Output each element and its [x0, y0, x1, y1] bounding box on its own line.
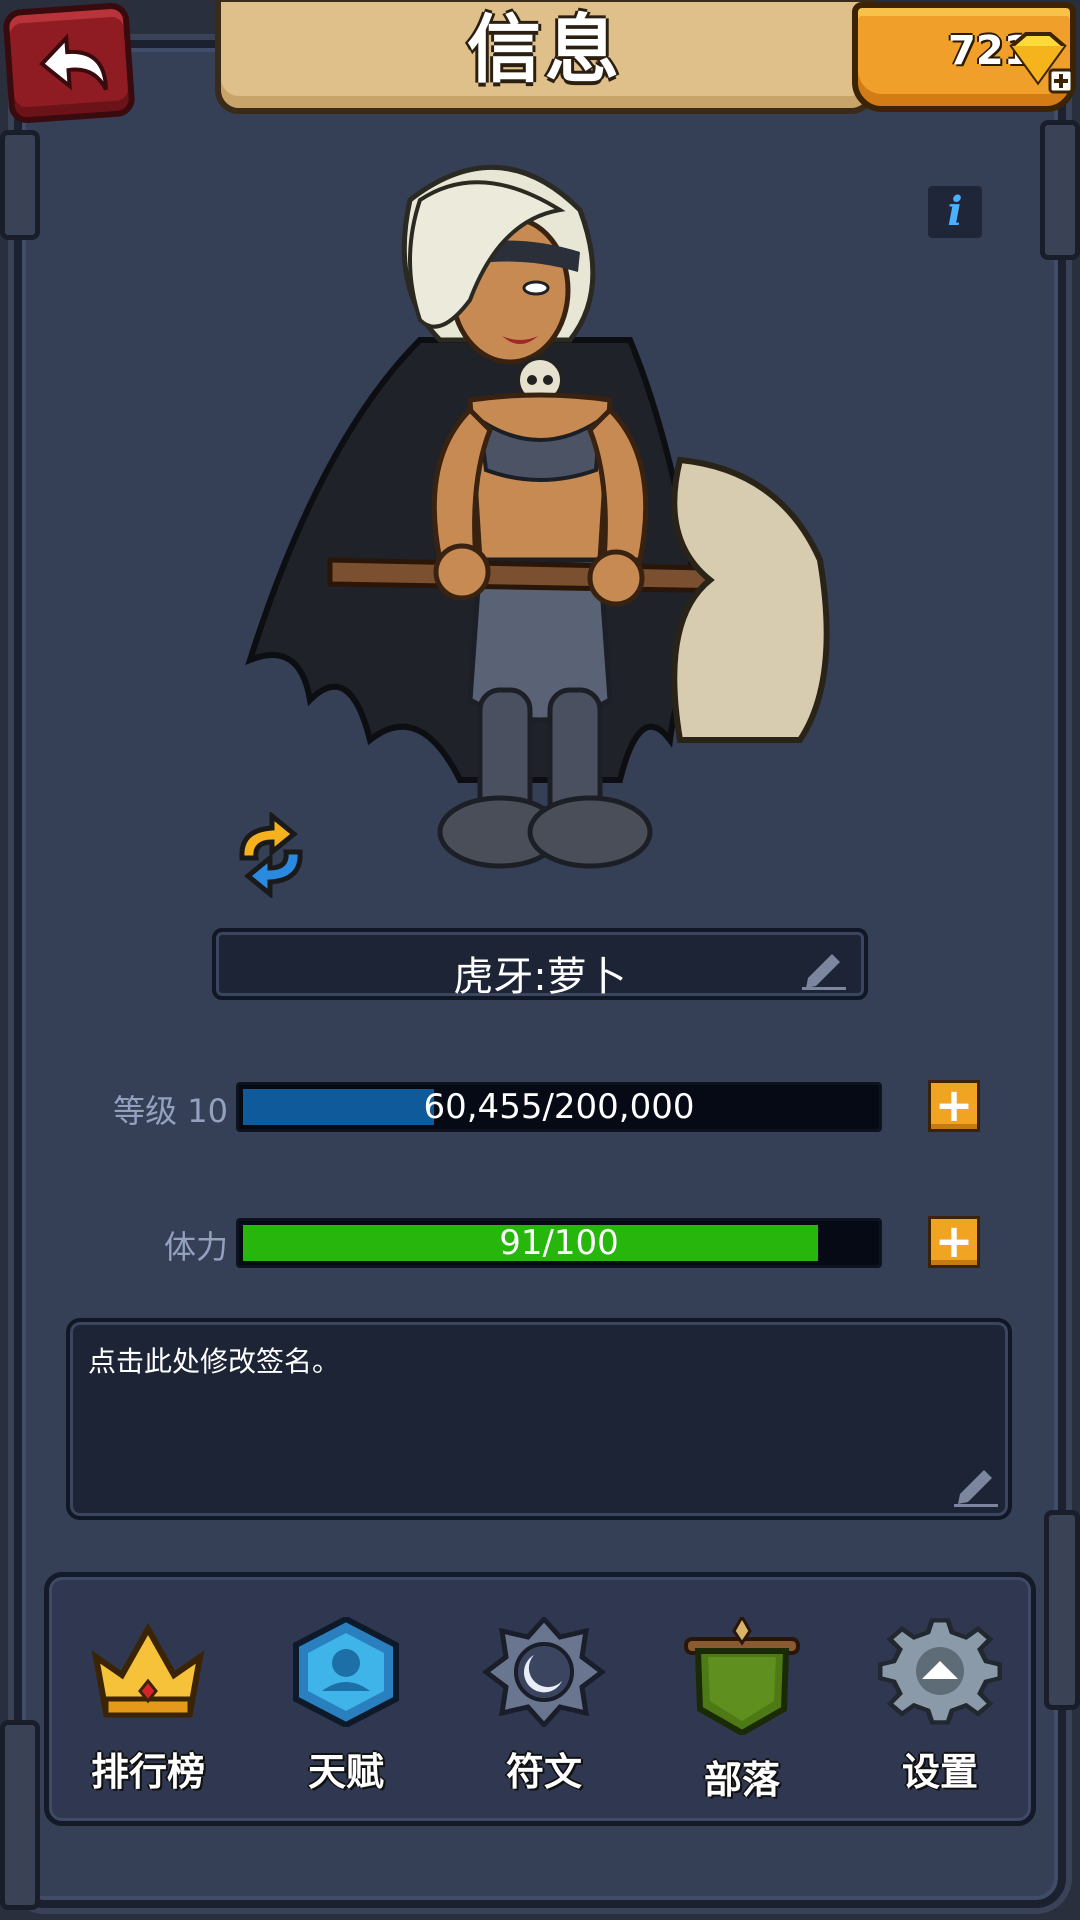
xp-bar: 60,455/200,000: [236, 1082, 882, 1132]
info-button[interactable]: i: [928, 186, 982, 238]
nav-settings[interactable]: 设置: [855, 1617, 1025, 1796]
page-title: 信息: [467, 7, 623, 93]
hero-axe: [671, 456, 830, 743]
add-xp-button[interactable]: +: [928, 1080, 980, 1132]
rock-decoration: [1044, 1510, 1080, 1710]
xp-text: 60,455/200,000: [423, 1087, 695, 1127]
nav-runes[interactable]: 符文: [459, 1617, 629, 1796]
back-button[interactable]: [2, 1, 136, 125]
hero-character-image: [245, 164, 830, 869]
gem-counter[interactable]: 721: [852, 2, 1076, 112]
settings-gear-icon: [878, 1618, 1002, 1725]
player-name-field[interactable]: 虎牙:萝卜: [212, 928, 868, 1000]
nav-leaderboard[interactable]: 排行榜: [63, 1617, 233, 1796]
stamina-text: 91/100: [499, 1223, 619, 1263]
nav-label: 部落: [703, 1758, 780, 1802]
plus-icon: +: [934, 1078, 974, 1132]
rock-decoration: [0, 1720, 40, 1910]
title-banner: 信息: [215, 0, 875, 114]
rune-icon: [482, 1617, 606, 1727]
bottom-nav: 排行榜 天赋 符文 部落 设置: [44, 1572, 1036, 1826]
rock-decoration: [0, 130, 40, 240]
nav-talent[interactable]: 天赋: [261, 1617, 431, 1796]
player-name: 虎牙:萝卜: [453, 954, 627, 1000]
stamina-bar: 91/100: [236, 1218, 882, 1268]
edit-pencil-icon[interactable]: [952, 1460, 1000, 1508]
nav-label: 符文: [505, 1750, 582, 1794]
talent-icon: [293, 1617, 399, 1727]
edit-pencil-icon[interactable]: [800, 946, 848, 990]
add-stamina-button[interactable]: +: [928, 1216, 980, 1268]
swap-hero-icon[interactable]: [228, 812, 314, 898]
nav-tribe[interactable]: 部落: [657, 1617, 827, 1804]
nav-label: 天赋: [307, 1750, 384, 1794]
info-icon: i: [947, 188, 963, 235]
plus-icon: +: [934, 1214, 974, 1268]
tribe-banner-icon: [684, 1617, 800, 1735]
signature-field[interactable]: 点击此处修改签名。: [66, 1318, 1012, 1520]
stamina-label: 体力: [163, 1228, 228, 1266]
signature-placeholder: 点击此处修改签名。: [88, 1345, 341, 1378]
back-arrow-icon: [39, 33, 108, 91]
nav-label: 设置: [901, 1750, 978, 1794]
level-label: 等级 10: [113, 1092, 228, 1130]
rock-decoration: [1040, 120, 1080, 260]
nav-label: 排行榜: [90, 1750, 205, 1794]
crown-icon: [91, 1622, 205, 1718]
screen-frame: 信息 721 i 虎牙:萝卜 等级 10 60,455/200,000 + 体力…: [0, 0, 1080, 1920]
gem-plus-icon: [1009, 32, 1074, 94]
